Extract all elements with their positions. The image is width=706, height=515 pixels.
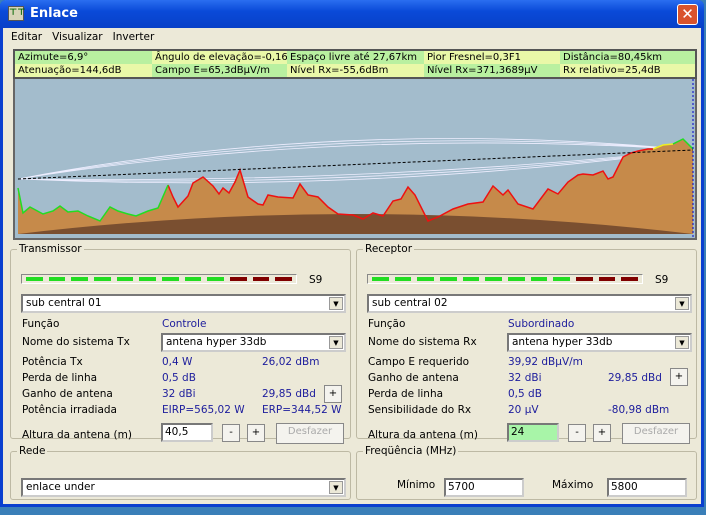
tx-row-value: 32 dBi: [162, 388, 196, 400]
rx-height-minus-button[interactable]: -: [568, 424, 586, 442]
tx-row-label: Potência irradiada: [22, 404, 117, 416]
tx-funcao-label: Função: [22, 318, 60, 330]
rx-gain-plus-button[interactable]: +: [670, 368, 688, 386]
rx-height-input[interactable]: 24: [507, 423, 559, 442]
terrain-profile[interactable]: [13, 79, 697, 240]
free-space: Espaço livre até 27,67km: [290, 52, 418, 63]
rx-relative: Rx relativo=25,4dB: [560, 64, 695, 77]
chevron-down-icon[interactable]: ▼: [329, 336, 343, 349]
tx-system-value: antena hyper 33db: [166, 336, 267, 348]
rx-row-value: 0,5 dB: [508, 388, 542, 400]
tx-meter-label: S9: [309, 274, 323, 286]
freq-min-input[interactable]: 5700: [444, 478, 524, 497]
rx-system-select[interactable]: antena hyper 33db ▼: [507, 333, 692, 352]
rx-row-value2: 29,85 dBd: [608, 372, 662, 384]
tx-sistema-label: Nome do sistema Tx: [22, 336, 130, 348]
attenuation: Atenuação=144,6dB: [15, 64, 152, 77]
tx-row-label: Perda de linha: [22, 372, 98, 384]
tx-row-label: Potência Tx: [22, 356, 83, 368]
freq-max-label: Máximo: [552, 479, 594, 491]
tx-signal-meter: [21, 274, 297, 284]
rx-row-value: 39,92 dBµV/m: [508, 356, 583, 368]
rx-sistema-label: Nome do sistema Rx: [368, 336, 477, 348]
close-button[interactable]: ✕: [677, 4, 698, 25]
menu-inverter[interactable]: Inverter: [113, 31, 155, 43]
tx-height-plus-button[interactable]: +: [247, 424, 265, 442]
receiver-group: Receptor S9 sub central 02 ▼ Função Subor…: [356, 243, 697, 444]
link-info-panel: Azimute=6,9° Ângulo de elevação=-0,162° …: [13, 49, 697, 79]
tx-row-value: EIRP=565,02 W: [162, 404, 245, 416]
elevation-angle: Ângulo de elevação=-0,162°: [152, 51, 287, 64]
freq-min-label: Mínimo: [397, 479, 436, 491]
distance: Distância=80,45km: [563, 52, 663, 63]
network-group: Rede enlace under ▼: [10, 445, 351, 500]
rx-funcao-label: Função: [368, 318, 406, 330]
tx-row-value: 0,5 dB: [162, 372, 196, 384]
chevron-down-icon[interactable]: ▼: [329, 481, 343, 494]
worst-fresnel: Pior Fresnel=0,3F1: [424, 51, 560, 64]
transmitter-legend: Transmissor: [19, 243, 82, 255]
tx-funcao-value: Controle: [162, 318, 207, 330]
transmitter-group: Transmissor S9 sub central 01 ▼ Função Co…: [10, 243, 351, 444]
field-strength: Campo E=65,3dBµV/m: [155, 65, 270, 76]
menu-bar: Editar Visualizar Inverter: [11, 31, 154, 43]
rx-row-label: Sensibilidade do Rx: [368, 404, 472, 416]
rx-level-dbm: Nível Rx=-55,6dBm: [287, 64, 424, 77]
tx-height-label: Altura da antena (m): [22, 429, 132, 441]
rx-row-label: Perda de linha: [368, 388, 444, 400]
chevron-down-icon[interactable]: ▼: [329, 297, 343, 310]
profile-svg: [17, 79, 694, 237]
rx-undo-button[interactable]: Desfazer: [622, 423, 690, 444]
rx-meter-label: S9: [655, 274, 669, 286]
rx-funcao-value: Subordinado: [508, 318, 575, 330]
chevron-down-icon[interactable]: ▼: [675, 297, 689, 310]
tx-height-minus-button[interactable]: -: [222, 424, 240, 442]
network-select[interactable]: enlace under ▼: [21, 478, 346, 497]
receiver-legend: Receptor: [365, 243, 413, 255]
rx-height-plus-button[interactable]: +: [593, 424, 611, 442]
tx-height-input[interactable]: 40,5: [161, 423, 213, 442]
window-title: Enlace: [30, 6, 78, 21]
tx-undo-button[interactable]: Desfazer: [276, 423, 344, 444]
tx-row-label: Ganho de antena: [22, 388, 113, 400]
rx-height-label: Altura da antena (m): [368, 429, 478, 441]
rx-row-value: 20 µV: [508, 404, 539, 416]
title-bar[interactable]: ⊤⊤ Enlace ✕: [0, 0, 704, 28]
rx-level-uv: Nível Rx=371,3689µV: [427, 65, 538, 76]
tx-row-value2: 26,02 dBm: [262, 356, 320, 368]
menu-editar[interactable]: Editar: [11, 31, 42, 43]
tx-row-value: 0,4 W: [162, 356, 193, 368]
enlace-window: ⊤⊤ Enlace ✕ Editar Visualizar Inverter A…: [0, 0, 704, 507]
chevron-down-icon[interactable]: ▼: [675, 336, 689, 349]
rx-row-label: Ganho de antena: [368, 372, 459, 384]
frequency-legend: Freqüência (MHz): [365, 445, 457, 457]
frequency-group: Freqüência (MHz) Mínimo 5700 Máximo 5800: [356, 445, 697, 500]
network-legend: Rede: [19, 445, 46, 457]
network-value: enlace under: [26, 481, 95, 493]
tx-gain-plus-button[interactable]: +: [324, 385, 342, 403]
tx-system-select[interactable]: antena hyper 33db ▼: [161, 333, 346, 352]
azimuth: Azimute=6,9°: [18, 52, 89, 63]
rx-row-value2: -80,98 dBm: [608, 404, 670, 416]
tx-row-value2: ERP=344,52 W: [262, 404, 342, 416]
freq-max-input[interactable]: 5800: [607, 478, 687, 497]
tx-row-value2: 29,85 dBd: [262, 388, 316, 400]
rx-row-value: 32 dBi: [508, 372, 542, 384]
rx-system-value: antena hyper 33db: [512, 336, 613, 348]
tx-station-value: sub central 01: [26, 297, 102, 309]
rx-row-label: Campo E requerido: [368, 356, 470, 368]
menu-visualizar[interactable]: Visualizar: [52, 31, 103, 43]
antenna-icon: ⊤⊤: [8, 6, 25, 21]
rx-station-value: sub central 02: [372, 297, 448, 309]
rx-station-select[interactable]: sub central 02 ▼: [367, 294, 692, 313]
rx-signal-meter: [367, 274, 643, 284]
tx-station-select[interactable]: sub central 01 ▼: [21, 294, 346, 313]
